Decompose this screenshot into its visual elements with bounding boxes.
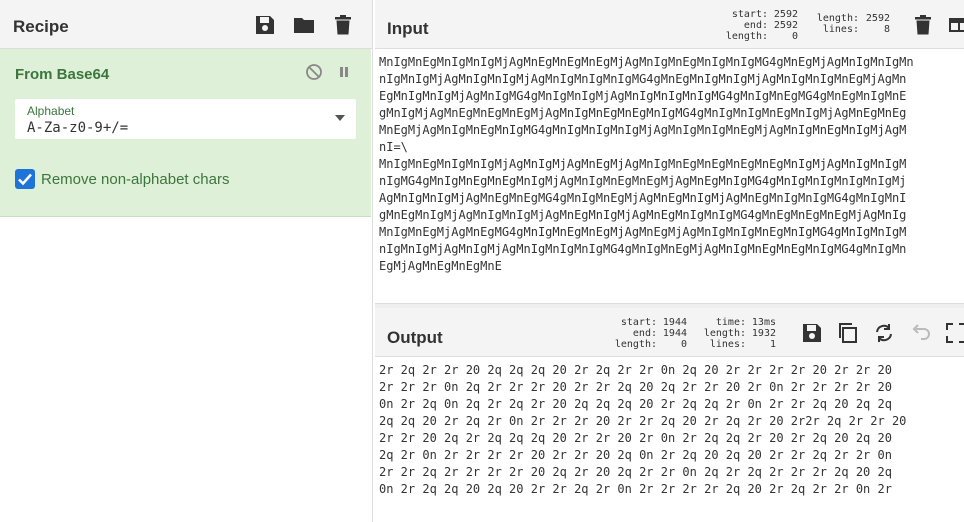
output-line: 0n 2r 2q 0n 2q 2r 2q 2r 20 2q 2q 2q 20 2…	[379, 397, 892, 411]
input-line: nIgMG4gMnIgMnEgMnEgMnIgMjAgMnIgMnEgMnEgM…	[379, 174, 907, 188]
stat-value: 2592	[773, 9, 798, 20]
replace-input-icon[interactable]	[873, 322, 895, 344]
output-line: 2q 2q 20 2r 2q 2r 0n 2r 2r 2r 20 2r 2r 2…	[379, 414, 907, 428]
input-line: nI=\	[379, 140, 408, 154]
folder-icon[interactable]	[293, 14, 315, 36]
input-line: nIgMnIgMjAgMnIgMjAgMnIgMnIgMnIgMG4gMnIgM…	[379, 242, 907, 256]
input-line: MnEgMjAgMnIgMnEgMnIgMG4gMnIgMnIgMnIgMjAg…	[379, 123, 907, 137]
disable-icon[interactable]	[305, 63, 323, 81]
stat-label: start:	[620, 317, 657, 328]
input-line: MnIgMnEgMnIgMnIgMjAgMnIgMjAgMnEgMjAgMnIg…	[379, 157, 907, 171]
pause-icon[interactable]	[335, 63, 353, 81]
stat-label: time:	[715, 317, 746, 328]
alphabet-value: A-Za-z0-9+/=	[27, 120, 129, 136]
stat-label: end:	[743, 20, 768, 31]
check-icon	[15, 169, 35, 189]
save-icon[interactable]	[254, 14, 276, 36]
output-header: Output start: 1944 end: 1944 length: 0 time…	[375, 308, 964, 357]
output-line: 2q 2r 0n 2r 2r 2r 2r 20 2r 2r 20 2q 0n 2…	[379, 448, 892, 462]
stat-label: end:	[632, 328, 657, 339]
stat-value: 2592	[865, 13, 890, 24]
output-line: 2r 2r 2q 2r 2r 2r 2r 20 2q 2r 20 2q 2r 2…	[379, 465, 892, 479]
stat-label: start:	[731, 9, 768, 20]
stat-label: lines:	[709, 339, 746, 350]
remove-non-alphabet-checkbox[interactable]	[15, 169, 35, 189]
stat-value: 2592	[773, 20, 798, 31]
copy-icon[interactable]	[837, 322, 859, 344]
output-pane: Output start: 1944 end: 1944 length: 0 time…	[375, 308, 964, 522]
output-line: 2r 2r 20 2q 2r 2q 2q 2q 20 2r 2r 20 2r 0…	[379, 431, 892, 445]
input-selection-stats: start: 2592 end: 2592 length: 0	[720, 9, 798, 42]
alphabet-select[interactable]: Alphabet A-Za-z0-9+/=	[15, 99, 356, 139]
stat-value: 1932	[751, 328, 776, 339]
trash-icon[interactable]	[912, 14, 934, 36]
output-line: 0n 2r 2q 2q 20 2q 20 2r 2r 2q 2r 0n 2r 2…	[379, 482, 892, 496]
input-total-stats: length: 2592 lines: 8	[811, 13, 890, 35]
layout-icon[interactable]	[948, 14, 964, 36]
stat-value: 1944	[662, 317, 687, 328]
input-line: AgMnIgMnIgMjAgMnEgMnEgMG4gMnIgMnEgMjAgMn…	[379, 191, 907, 205]
remove-non-alphabet-label: Remove non-alphabet chars	[41, 171, 230, 188]
alphabet-label: Alphabet	[27, 104, 75, 118]
input-textarea[interactable]: MnIgMnEgMnIgMnIgMjAgMnEgMnEgMnEgMjAgMnIg…	[379, 54, 962, 302]
output-title: Output	[387, 328, 443, 347]
input-pane: Input start: 2592 end: 2592 length: 0 lengt…	[375, 0, 964, 303]
input-line: nIgMnIgMjAgMnIgMnIgMjAgMnIgMnIgMnIgMG4gM…	[379, 72, 907, 86]
stat-value: 1	[769, 339, 776, 350]
stat-label: lines:	[822, 24, 859, 35]
input-line: EgMjAgMnEgMnEgMnE	[379, 259, 502, 273]
output-line: 2r 2r 2r 0n 2q 2r 2r 2r 20 2r 2r 2q 20 2…	[379, 380, 892, 394]
stat-label: length:	[614, 339, 657, 350]
input-line: EgMnIgMnIgMjAgMnIgMG4gMnIgMnIgMjAgMnIgMn…	[379, 89, 907, 103]
output-selection-stats: start: 1944 end: 1944 length: 0	[605, 317, 687, 350]
input-line: MnIgMnEgMjAgMnEgMG4gMnIgMnEgMnEgMjAgMnEg…	[379, 225, 907, 239]
operation-from-base64[interactable]: From Base64 Alphabet A-Za-z0-9+/= Remove…	[0, 49, 371, 217]
input-line: gMnIgMjAgMnEgMnEgMnEgMjAgMnIgMnEgMnEgMnI…	[379, 106, 907, 120]
input-title: Input	[387, 19, 429, 38]
recipe-title: Recipe	[13, 17, 69, 36]
trash-icon[interactable]	[332, 14, 354, 36]
output-line: 2r 2q 2r 2r 20 2q 2q 2q 20 2r 2q 2r 2r 0…	[379, 363, 892, 377]
stat-value: 8	[883, 24, 890, 35]
input-line: gMnEgMnIgMjAgMnIgMnIgMjAgMnEgMnIgMjAgMnE…	[379, 208, 907, 222]
stat-value: 1944	[662, 328, 687, 339]
input-header: Input start: 2592 end: 2592 length: 0 lengt…	[375, 0, 964, 49]
stat-label: length:	[816, 13, 859, 24]
stat-label: length:	[703, 328, 746, 339]
output-total-stats: time: 13ms length: 1932 lines: 1	[698, 317, 776, 350]
input-line: MnIgMnEgMnIgMnIgMjAgMnEgMnEgMnEgMjAgMnIg…	[379, 55, 914, 69]
recipe-header: Recipe	[0, 0, 372, 49]
stat-value: 0	[791, 31, 798, 42]
stat-value: 0	[680, 339, 687, 350]
recipe-pane: Recipe From Base64 Alphabet A-Za-z0-9+/=…	[0, 0, 373, 522]
undo-icon[interactable]	[909, 322, 931, 344]
stat-value: 13ms	[751, 317, 776, 328]
caret-down-icon[interactable]	[335, 115, 345, 121]
save-icon[interactable]	[801, 322, 823, 344]
stat-label: length:	[725, 31, 768, 42]
output-textarea[interactable]: 2r 2q 2r 2r 20 2q 2q 2q 20 2r 2q 2r 2r 0…	[379, 362, 962, 522]
maximize-icon[interactable]	[945, 322, 964, 344]
operation-title: From Base64	[15, 66, 110, 83]
